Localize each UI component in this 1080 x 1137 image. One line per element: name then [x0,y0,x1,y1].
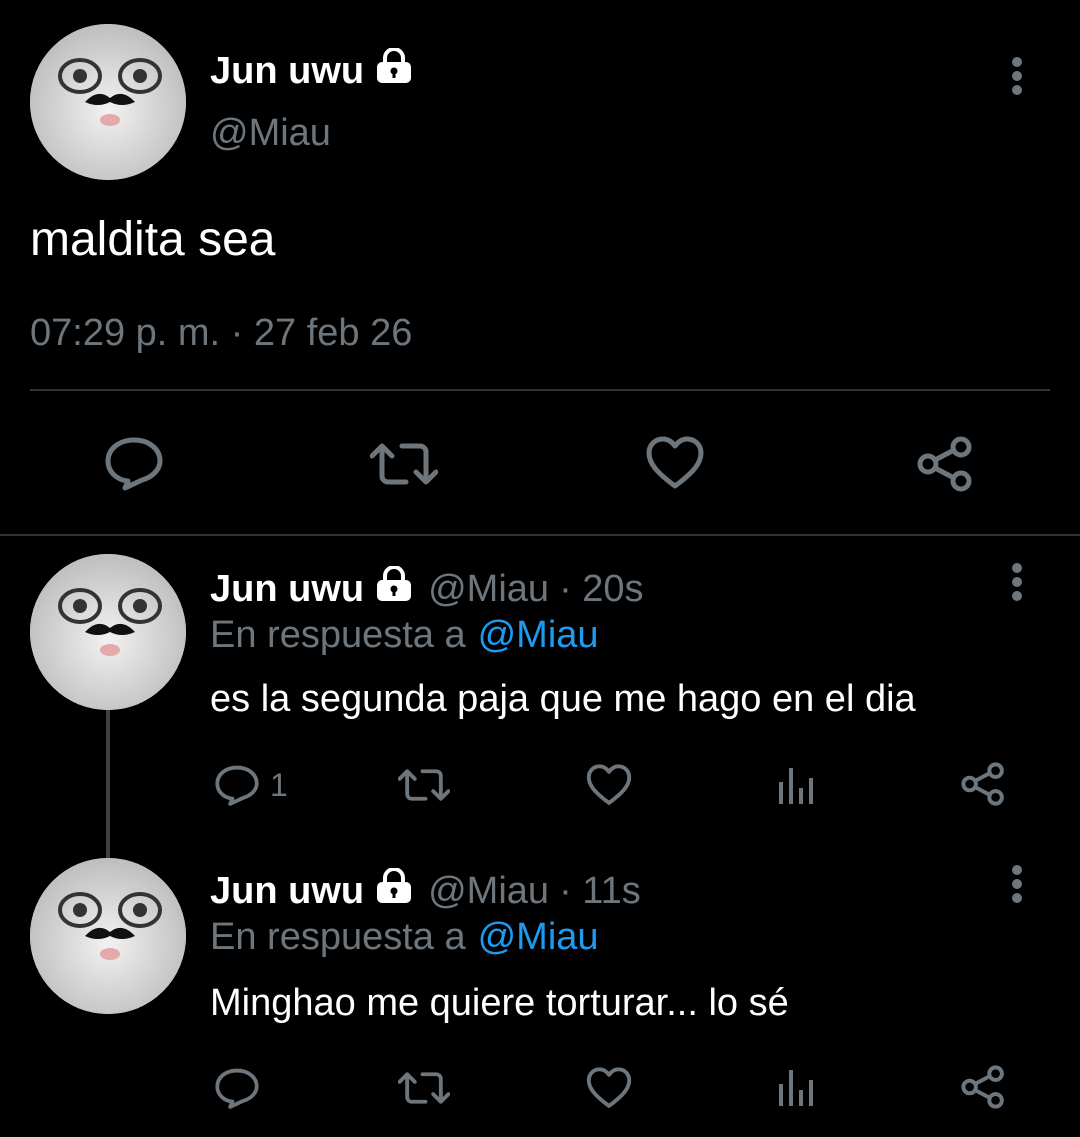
reply-header: Jun uwu @Miau · 11s [210,867,641,914]
retweet-icon [398,1069,450,1107]
heart-icon [586,1067,632,1109]
reply-time[interactable]: · 11s [559,870,641,913]
reply-count: 1 [270,766,288,803]
reply-text: Minghao me quiere torturar... lo sé [210,982,789,1024]
reply-header: Jun uwu @Miau · 20s [210,565,644,612]
reply-time[interactable]: · 20s [559,568,643,611]
divider [30,389,1050,391]
retweet-icon [398,766,450,804]
reply-button[interactable] [104,434,164,492]
lock-icon [374,867,414,914]
share-button[interactable] [960,1065,1006,1109]
display-name[interactable]: Jun uwu [210,568,364,611]
more-vertical-icon[interactable] [1006,562,1028,602]
views-button[interactable] [776,764,816,806]
comment-icon [104,434,164,492]
handle[interactable]: @Miau [210,112,331,155]
display-name[interactable]: Jun uwu [210,47,414,94]
share-button[interactable] [916,436,974,492]
reply-button[interactable] [214,1066,260,1110]
more-vertical-icon[interactable] [1006,864,1028,904]
reply-to-handle[interactable]: @Miau [478,916,599,959]
lock-icon [374,565,414,612]
share-icon [960,1065,1006,1109]
reply-to-line: En respuesta a @Miau [210,916,599,959]
reply-to-line: En respuesta a @Miau [210,614,599,657]
comment-icon [214,763,260,807]
thread-line [106,706,110,858]
tweet-text: maldita sea [30,213,276,266]
reply-to-prefix: En respuesta a [210,916,466,958]
like-button[interactable] [646,436,704,490]
retweet-button[interactable] [398,766,450,804]
more-vertical-icon[interactable] [1006,56,1028,96]
retweet-button[interactable] [370,440,438,488]
reply-to-handle[interactable]: @Miau [478,614,599,657]
avatar[interactable] [30,24,186,180]
like-button[interactable] [586,764,632,806]
retweet-icon [370,440,438,488]
analytics-icon [776,1066,816,1108]
display-name[interactable]: Jun uwu [210,870,364,913]
share-icon [960,762,1006,806]
views-button[interactable] [776,1066,816,1108]
reply-text: es la segunda paja que me hago en el dia [210,678,916,720]
section-divider [0,534,1080,536]
retweet-button[interactable] [398,1069,450,1107]
avatar[interactable] [30,554,186,710]
comment-icon [214,1066,260,1110]
handle[interactable]: @Miau [428,870,549,913]
heart-icon [646,436,704,490]
handle[interactable]: @Miau [428,568,549,611]
analytics-icon [776,764,816,806]
tweet-timestamp[interactable]: 07:29 p. m. · 27 feb 26 [30,312,412,355]
reply-to-prefix: En respuesta a [210,614,466,656]
display-name-text: Jun uwu [210,49,365,92]
lock-icon [374,47,414,94]
heart-icon [586,764,632,806]
avatar[interactable] [30,858,186,1014]
like-button[interactable] [586,1067,632,1109]
share-button[interactable] [960,762,1006,806]
reply-button[interactable]: 1 [214,763,288,807]
share-icon [916,436,974,492]
